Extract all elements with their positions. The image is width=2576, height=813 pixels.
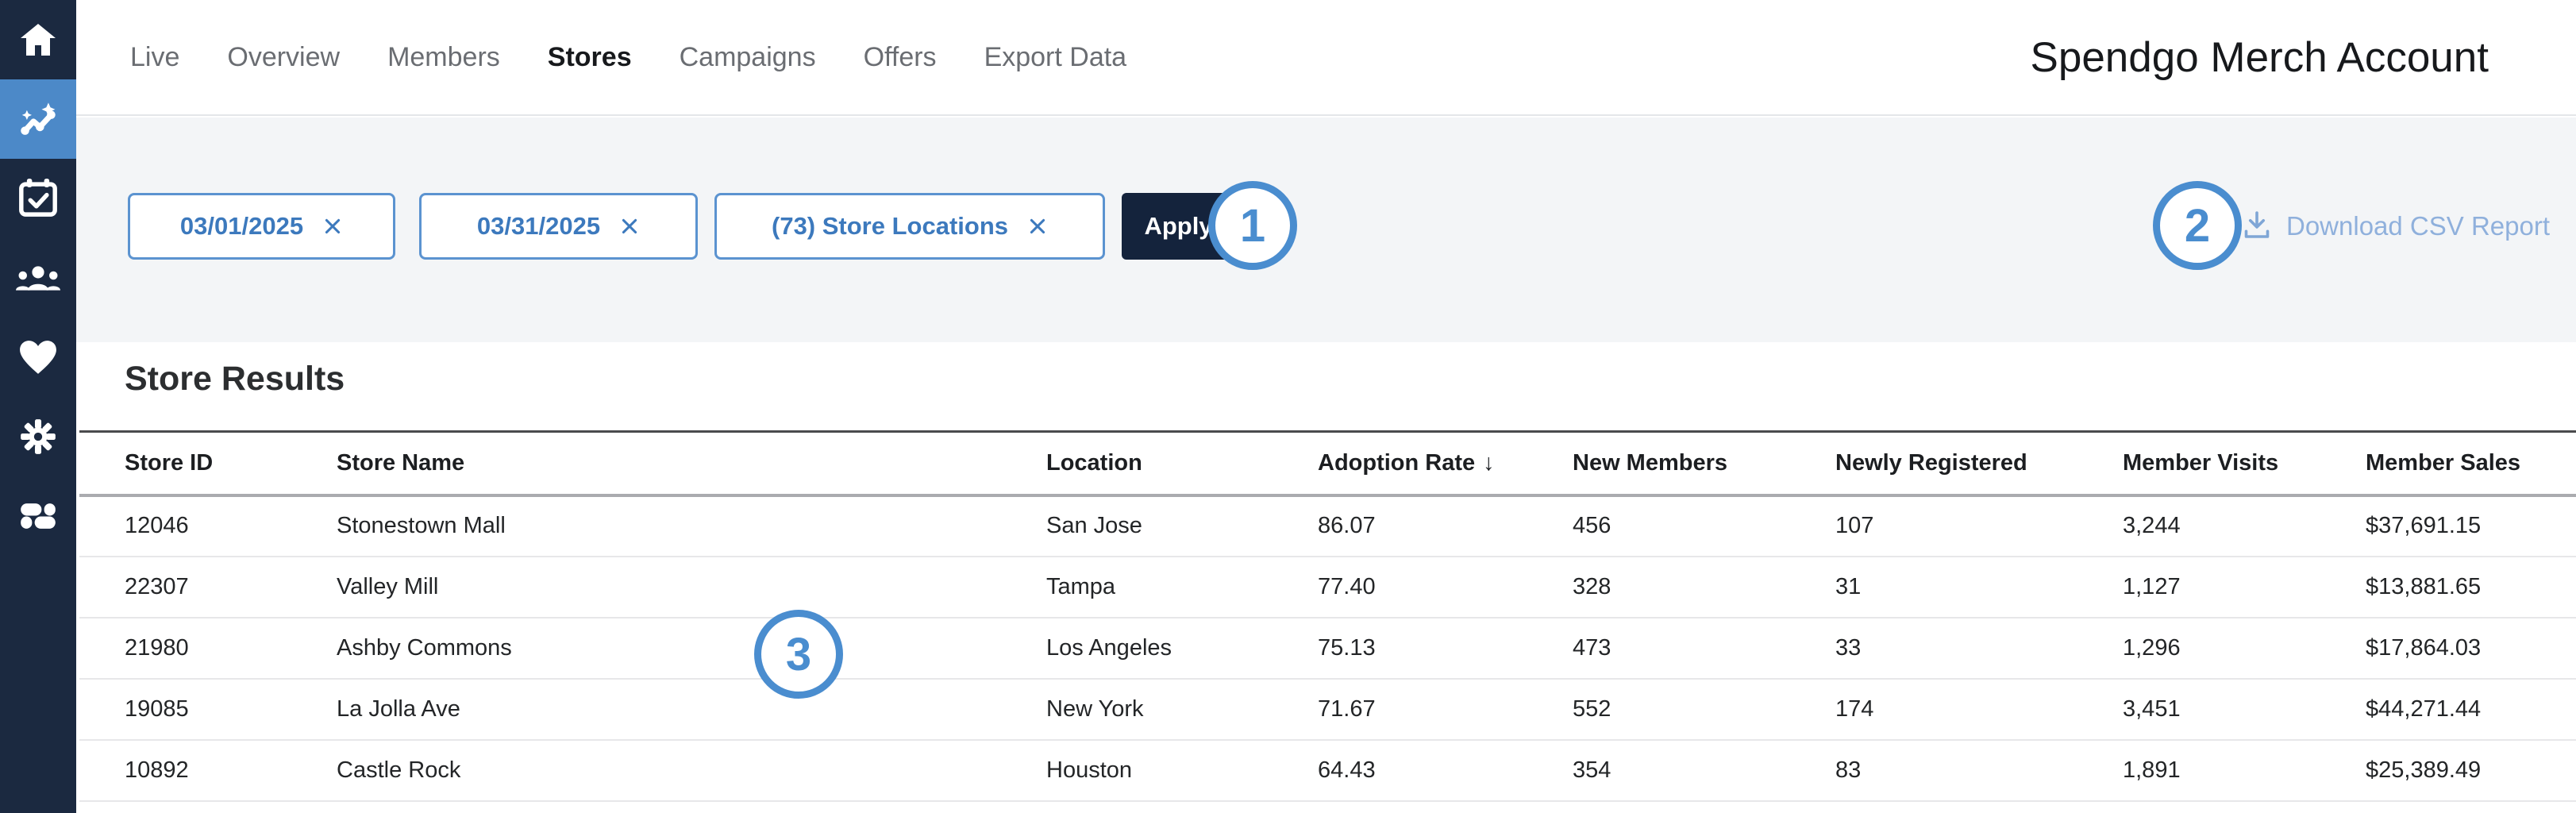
column-header-store-name[interactable]: Store Name: [337, 432, 1046, 495]
nav-item-offers[interactable]: Offers: [864, 42, 937, 73]
cell-newly-registered: 174: [1835, 679, 2123, 740]
filter-chip-store-locations[interactable]: (73) Store Locations: [714, 193, 1105, 260]
cell-member-visits: 1,296: [2123, 618, 2366, 679]
cell-store-name: La Jolla Ave: [337, 679, 1046, 740]
cell-member-sales: $13,881.65: [2366, 557, 2576, 618]
cell-location: Tampa: [1046, 557, 1318, 618]
cell-member-sales: $44,271.44: [2366, 679, 2576, 740]
cell-store-id: 22307: [79, 557, 337, 618]
gear-icon: [20, 418, 56, 455]
download-csv-link[interactable]: Download CSV Report: [2240, 193, 2550, 260]
column-header-newly-registered[interactable]: Newly Registered: [1835, 432, 2123, 495]
cell-location: Los Angeles: [1046, 618, 1318, 679]
store-results-section: Store Results Store ID Store Name Locati…: [76, 342, 2576, 813]
cell-location: San Jose: [1046, 495, 1318, 557]
filter-chip-start-date[interactable]: 03/01/2025: [128, 193, 395, 260]
cell-member-visits: 3,244: [2123, 495, 2366, 557]
cell-location: Houston: [1046, 740, 1318, 801]
table-row: 21980Ashby CommonsLos Angeles75.13473331…: [79, 618, 2576, 679]
cell-store-id: 12046: [79, 495, 337, 557]
column-header-adoption-rate[interactable]: Adoption Rate↓: [1318, 432, 1573, 495]
cell-member-visits: 1,127: [2123, 557, 2366, 618]
cell-adoption-rate: 86.07: [1318, 495, 1573, 557]
cell-member-visits: 3,451: [2123, 679, 2366, 740]
close-icon[interactable]: [619, 216, 640, 237]
cell-adoption-rate: 75.13: [1318, 618, 1573, 679]
sidebar: [0, 0, 76, 813]
cell-adoption-rate: 64.43: [1318, 740, 1573, 801]
sidebar-item-favorites[interactable]: [0, 318, 76, 397]
table-row: 19085La Jolla AveNew York71.675521743,45…: [79, 679, 2576, 740]
cell-newly-registered: 31: [1835, 557, 2123, 618]
trend-sparkle-icon: [17, 101, 59, 138]
column-header-store-id[interactable]: Store ID: [79, 432, 337, 495]
nav-item-campaigns[interactable]: Campaigns: [680, 42, 816, 73]
table-row: 10892Castle RockHouston64.43354831,891$2…: [79, 740, 2576, 801]
nav-item-stores[interactable]: Stores: [548, 42, 632, 73]
cell-member-sales: $37,691.15: [2366, 495, 2576, 557]
sidebar-item-insights[interactable]: [0, 79, 76, 159]
filter-chip-label: (73) Store Locations: [772, 212, 1008, 241]
close-icon[interactable]: [322, 216, 343, 237]
apps-icon: [19, 503, 57, 530]
calendar-check-icon: [19, 179, 57, 218]
filter-chip-end-date[interactable]: 03/31/2025: [419, 193, 698, 260]
cell-newly-registered: 107: [1835, 495, 2123, 557]
sidebar-item-home[interactable]: [0, 0, 76, 79]
cell-new-members: 473: [1573, 618, 1835, 679]
column-header-member-visits[interactable]: Member Visits: [2123, 432, 2366, 495]
cell-member-visits: 1,891: [2123, 740, 2366, 801]
cell-new-members: 456: [1573, 495, 1835, 557]
cell-store-id: 21980: [79, 618, 337, 679]
cell-adoption-rate: 71.67: [1318, 679, 1573, 740]
cell-member-sales: $17,864.03: [2366, 618, 2576, 679]
cell-new-members: 552: [1573, 679, 1835, 740]
filter-chip-label: 03/31/2025: [477, 212, 600, 241]
cell-adoption-rate: 77.40: [1318, 557, 1573, 618]
annotation-marker-2: 2: [2153, 181, 2242, 270]
section-title: Store Results: [125, 360, 345, 399]
table-row: 12046Stonestown MallSan Jose86.074561073…: [79, 495, 2576, 557]
cell-store-name: Ashby Commons: [337, 618, 1046, 679]
cell-member-sales: $25,389.49: [2366, 740, 2576, 801]
nav-item-live[interactable]: Live: [130, 42, 179, 73]
cell-store-name: Castle Rock: [337, 740, 1046, 801]
cell-store-name: Stonestown Mall: [337, 495, 1046, 557]
sidebar-item-members[interactable]: [0, 238, 76, 318]
table-header-row: Store ID Store Name Location Adoption Ra…: [79, 432, 2576, 495]
nav-item-members[interactable]: Members: [387, 42, 500, 73]
people-icon: [16, 264, 60, 292]
download-icon: [2240, 208, 2274, 245]
cell-location: New York: [1046, 679, 1318, 740]
filter-chip-label: 03/01/2025: [180, 212, 303, 241]
cell-store-id: 19085: [79, 679, 337, 740]
annotation-marker-1: 1: [1208, 181, 1297, 270]
close-icon[interactable]: [1027, 216, 1048, 237]
sort-desc-icon: ↓: [1483, 450, 1495, 476]
column-header-new-members[interactable]: New Members: [1573, 432, 1835, 495]
nav-item-export-data[interactable]: Export Data: [984, 42, 1127, 73]
table-row: 22307Valley MillTampa77.40328311,127$13,…: [79, 557, 2576, 618]
cell-store-id: 10892: [79, 740, 337, 801]
store-results-table: Store ID Store Name Location Adoption Ra…: [79, 430, 2576, 802]
download-csv-label: Download CSV Report: [2286, 211, 2550, 241]
account-title: Spendgo Merch Account: [2031, 0, 2489, 114]
sidebar-item-calendar[interactable]: [0, 159, 76, 238]
cell-new-members: 354: [1573, 740, 1835, 801]
cell-new-members: 328: [1573, 557, 1835, 618]
main-nav: Live Overview Members Stores Campaigns O…: [130, 0, 1126, 114]
sidebar-item-settings[interactable]: [0, 397, 76, 476]
top-bar: Live Overview Members Stores Campaigns O…: [76, 0, 2576, 116]
cell-newly-registered: 33: [1835, 618, 2123, 679]
cell-store-name: Valley Mill: [337, 557, 1046, 618]
home-icon: [19, 22, 57, 57]
cell-newly-registered: 83: [1835, 740, 2123, 801]
column-header-member-sales[interactable]: Member Sales: [2366, 432, 2576, 495]
sidebar-item-apps[interactable]: [0, 476, 76, 556]
column-header-location[interactable]: Location: [1046, 432, 1318, 495]
heart-icon: [18, 339, 58, 376]
annotation-marker-3: 3: [754, 610, 843, 699]
nav-item-overview[interactable]: Overview: [227, 42, 340, 73]
